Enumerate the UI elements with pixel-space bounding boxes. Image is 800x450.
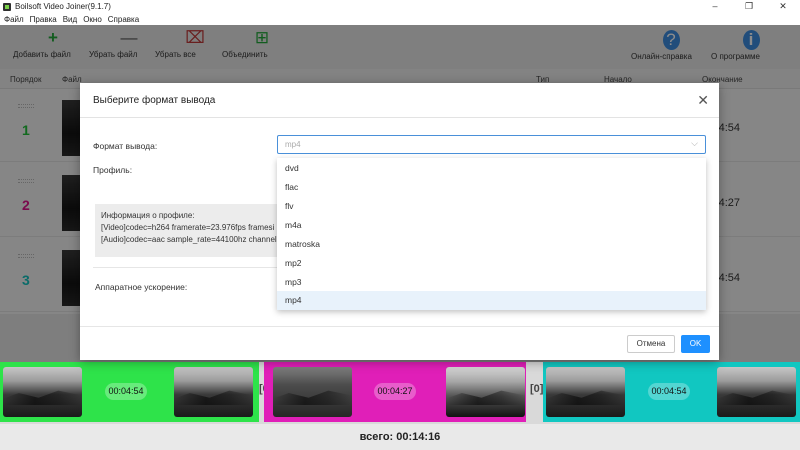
split-icon[interactable]: [0]: [530, 383, 543, 395]
divider: [80, 117, 719, 118]
clip-thumbnail: [546, 367, 625, 417]
menu-file[interactable]: Файл: [4, 15, 24, 24]
window-controls: – ❐ ✕: [698, 0, 800, 13]
format-option-mp2[interactable]: mp2: [277, 254, 706, 273]
menu-window[interactable]: Окно: [83, 15, 102, 24]
format-option-m4a[interactable]: m4a: [277, 216, 706, 235]
profile-info-audio: [Audio]codec=aac sample_rate=44100hz cha…: [101, 235, 277, 244]
format-option-matroska[interactable]: matroska: [277, 235, 706, 254]
timeline-segment-2[interactable]: 00:04:27: [264, 362, 526, 422]
segment-duration: 00:04:54: [648, 383, 690, 400]
profile-info-box: Информация о профиле: [Video]codec=h264 …: [95, 204, 295, 257]
maximize-icon[interactable]: ❐: [732, 0, 766, 13]
total-duration-bar: всего: 00:14:16: [0, 424, 800, 450]
format-option-mp4[interactable]: mp4: [277, 291, 706, 310]
dialog-title: Выберите формат вывода: [93, 95, 216, 106]
ok-button[interactable]: OK: [681, 335, 710, 353]
menu-bar: Файл Правка Вид Окно Справка: [0, 13, 800, 25]
timeline-segment-1[interactable]: 00:04:54: [0, 362, 259, 422]
format-option-dvd[interactable]: dvd: [277, 159, 706, 178]
format-label: Формат вывода:: [93, 141, 158, 151]
format-select[interactable]: mp4 ⌵: [277, 135, 706, 154]
format-option-flv[interactable]: flv: [277, 197, 706, 216]
format-option-mp3[interactable]: mp3: [277, 273, 706, 292]
timeline-segment-3[interactable]: 00:04:54: [543, 362, 800, 422]
close-window-icon[interactable]: ✕: [766, 0, 800, 13]
format-dropdown-list: dvd flac flv m4a matroska mp2 mp3 mp4: [277, 158, 706, 310]
clip-thumbnail: [174, 367, 253, 417]
profile-info-video: [Video]codec=h264 framerate=23.976fps fr…: [101, 223, 275, 232]
clip-thumbnail: [446, 367, 525, 417]
timeline: 00:04:54 [0] 00:04:27 [0] 00:04:54: [0, 362, 800, 424]
close-icon[interactable]: ✕: [697, 92, 709, 109]
profile-info-title: Информация о профиле:: [101, 211, 195, 220]
chevron-down-icon: ⌵: [691, 138, 698, 148]
segment-duration: 00:04:54: [105, 383, 147, 400]
profile-label: Профиль:: [93, 165, 133, 175]
format-select-value: mp4: [285, 140, 301, 149]
minimize-icon[interactable]: –: [698, 0, 732, 13]
clip-thumbnail: [717, 367, 796, 417]
hardware-acceleration-label: Аппаратное ускорение:: [95, 282, 188, 292]
menu-help[interactable]: Справка: [108, 15, 139, 24]
clip-thumbnail: [3, 367, 82, 417]
menu-edit[interactable]: Правка: [30, 15, 57, 24]
app-icon: [3, 2, 11, 11]
divider: [80, 326, 719, 327]
total-duration: всего: 00:14:16: [359, 431, 441, 443]
cancel-button[interactable]: Отмена: [627, 335, 675, 353]
title-bar: Boilsoft Video Joiner(9.1.7) – ❐ ✕: [0, 0, 800, 13]
segment-duration: 00:04:27: [374, 383, 416, 400]
window-title: Boilsoft Video Joiner(9.1.7): [15, 2, 111, 11]
menu-view[interactable]: Вид: [63, 15, 77, 24]
clip-thumbnail: [273, 367, 352, 417]
format-option-flac[interactable]: flac: [277, 178, 706, 197]
